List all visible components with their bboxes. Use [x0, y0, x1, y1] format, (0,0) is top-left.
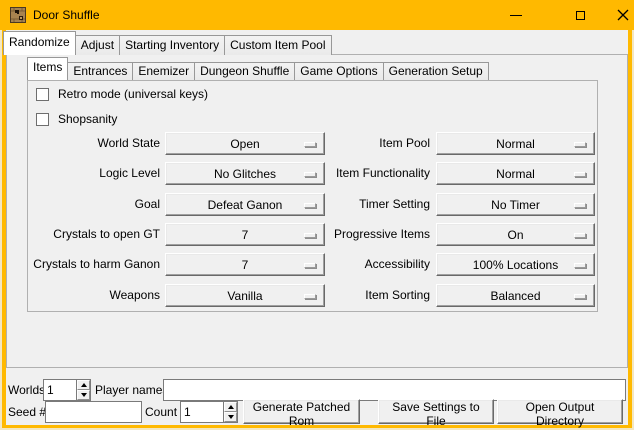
close-button[interactable]	[604, 0, 634, 30]
player-names-input[interactable]	[163, 379, 626, 401]
dropdown-value: On	[507, 228, 523, 242]
tab-dungeon-shuffle[interactable]: Dungeon Shuffle	[194, 62, 295, 80]
dropdown-value: Normal	[496, 167, 535, 181]
count-spinbox	[180, 401, 238, 423]
up-down-arrows-icon	[223, 402, 237, 422]
tab-enemizer[interactable]: Enemizer	[132, 62, 195, 80]
dropdown-indicator-icon	[574, 203, 586, 208]
checkbox-box	[36, 113, 49, 126]
door-icon	[10, 7, 26, 23]
tab-starting-inventory[interactable]: Starting Inventory	[119, 35, 225, 55]
down-arrow-icon	[228, 415, 234, 419]
open-output-directory-button[interactable]: Open Output Directory	[497, 399, 623, 424]
dropdown-indicator-icon	[574, 233, 586, 238]
worlds-input[interactable]	[44, 380, 76, 400]
sub-tab-bar: Items Entrances Enemizer Dungeon Shuffle…	[27, 59, 488, 80]
tab-entrances[interactable]: Entrances	[67, 62, 133, 80]
dropdown-indicator-icon	[574, 263, 586, 268]
generate-patched-rom-button[interactable]: Generate Patched Rom	[243, 399, 360, 424]
tab-game-options[interactable]: Game Options	[294, 62, 383, 80]
dropdown-value: Balanced	[490, 289, 540, 303]
window: Door Shuffle Randomize Adjust Starting I…	[0, 0, 634, 430]
checkbox-label: Shopsanity	[58, 112, 117, 126]
dropdown-value: Vanilla	[227, 289, 262, 303]
minimize-button[interactable]	[497, 0, 535, 30]
accessibility-label: Accessibility	[300, 253, 430, 276]
dropdown-value: No Glitches	[214, 167, 276, 181]
window-title: Door Shuffle	[33, 0, 100, 30]
timer-setting-dropdown[interactable]: No Timer	[436, 193, 595, 216]
logic-level-label: Logic Level	[0, 162, 160, 185]
worlds-label: Worlds	[8, 379, 45, 401]
tab-randomize[interactable]: Randomize	[3, 31, 76, 55]
seed-label: Seed #	[8, 401, 46, 423]
dropdown-value: No Timer	[491, 198, 540, 212]
maximize-icon	[576, 11, 585, 20]
count-label: Count	[145, 401, 177, 423]
progressive-items-label: Progressive Items	[300, 223, 430, 246]
worlds-spinbox	[43, 379, 91, 401]
checkbox-retro-mode[interactable]: Retro mode (universal keys)	[36, 86, 208, 102]
spin-down-button[interactable]	[224, 412, 237, 422]
minimize-icon	[510, 15, 522, 16]
spin-down-button[interactable]	[77, 390, 90, 400]
crystals-ganon-label: Crystals to harm Ganon	[0, 253, 160, 276]
goal-label: Goal	[0, 193, 160, 216]
item-pool-label: Item Pool	[300, 132, 430, 155]
dropdown-value: 100% Locations	[473, 258, 558, 272]
up-arrow-icon	[81, 383, 87, 387]
dropdown-value: Normal	[496, 137, 535, 151]
player-names-label: Player names	[95, 379, 168, 401]
titlebar[interactable]: Door Shuffle	[0, 0, 634, 30]
tab-generation-setup[interactable]: Generation Setup	[383, 62, 489, 80]
dropdown-indicator-icon	[574, 142, 586, 147]
checkbox-shopsanity[interactable]: Shopsanity	[36, 111, 117, 127]
dropdown-value: 7	[242, 258, 249, 272]
accessibility-dropdown[interactable]: 100% Locations	[436, 253, 595, 276]
timer-setting-label: Timer Setting	[300, 193, 430, 216]
progressive-items-dropdown[interactable]: On	[436, 223, 595, 246]
spin-up-button[interactable]	[77, 380, 90, 390]
tab-adjust[interactable]: Adjust	[75, 35, 120, 55]
dropdown-value: 7	[242, 228, 249, 242]
tab-items[interactable]: Items	[27, 57, 68, 80]
item-functionality-label: Item Functionality	[300, 162, 430, 185]
dropdown-indicator-icon	[574, 172, 586, 177]
up-arrow-icon	[228, 405, 234, 409]
tab-custom-item-pool[interactable]: Custom Item Pool	[224, 35, 331, 55]
seed-input[interactable]	[45, 401, 142, 423]
item-sorting-label: Item Sorting	[300, 284, 430, 307]
dropdown-indicator-icon	[574, 294, 586, 299]
item-functionality-dropdown[interactable]: Normal	[436, 162, 595, 185]
crystals-gt-label: Crystals to open GT	[0, 223, 160, 246]
checkbox-label: Retro mode (universal keys)	[58, 87, 208, 101]
checkbox-box	[36, 88, 49, 101]
weapons-label: Weapons	[0, 284, 160, 307]
count-input[interactable]	[181, 402, 223, 422]
dropdown-value: Open	[230, 137, 259, 151]
world-state-label: World State	[0, 132, 160, 155]
main-tab-bar: Randomize Adjust Starting Inventory Cust…	[3, 33, 331, 55]
up-down-arrows-icon	[76, 380, 90, 400]
close-icon	[617, 9, 629, 21]
item-pool-dropdown[interactable]: Normal	[436, 132, 595, 155]
save-settings-button[interactable]: Save Settings to File	[378, 399, 494, 424]
down-arrow-icon	[81, 393, 87, 397]
spin-up-button[interactable]	[224, 402, 237, 412]
dropdown-value: Defeat Ganon	[208, 198, 283, 212]
item-sorting-dropdown[interactable]: Balanced	[436, 284, 595, 307]
maximize-button[interactable]	[561, 0, 599, 30]
